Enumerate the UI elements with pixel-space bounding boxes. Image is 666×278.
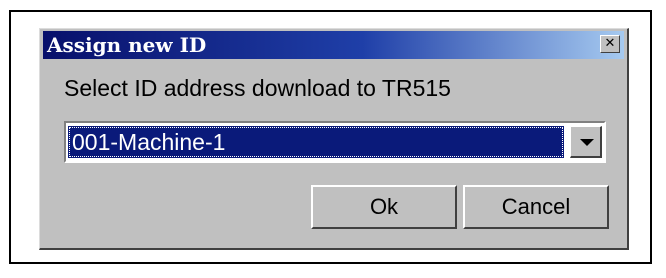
id-select[interactable]: 001-Machine-1 xyxy=(64,121,606,163)
dialog-titlebar[interactable]: Assign new ID ✕ xyxy=(43,31,624,59)
assign-id-dialog: Assign new ID ✕ Select ID address downlo… xyxy=(39,28,629,250)
chevron-down-icon[interactable] xyxy=(570,126,602,158)
id-select-value[interactable]: 001-Machine-1 xyxy=(68,126,564,158)
dialog-title: Assign new ID xyxy=(47,33,207,57)
ok-button[interactable]: Ok xyxy=(311,185,457,229)
close-button[interactable]: ✕ xyxy=(600,35,620,53)
close-icon: ✕ xyxy=(604,36,616,51)
prompt-label: Select ID address download to TR515 xyxy=(64,75,451,101)
cancel-button[interactable]: Cancel xyxy=(463,185,609,229)
